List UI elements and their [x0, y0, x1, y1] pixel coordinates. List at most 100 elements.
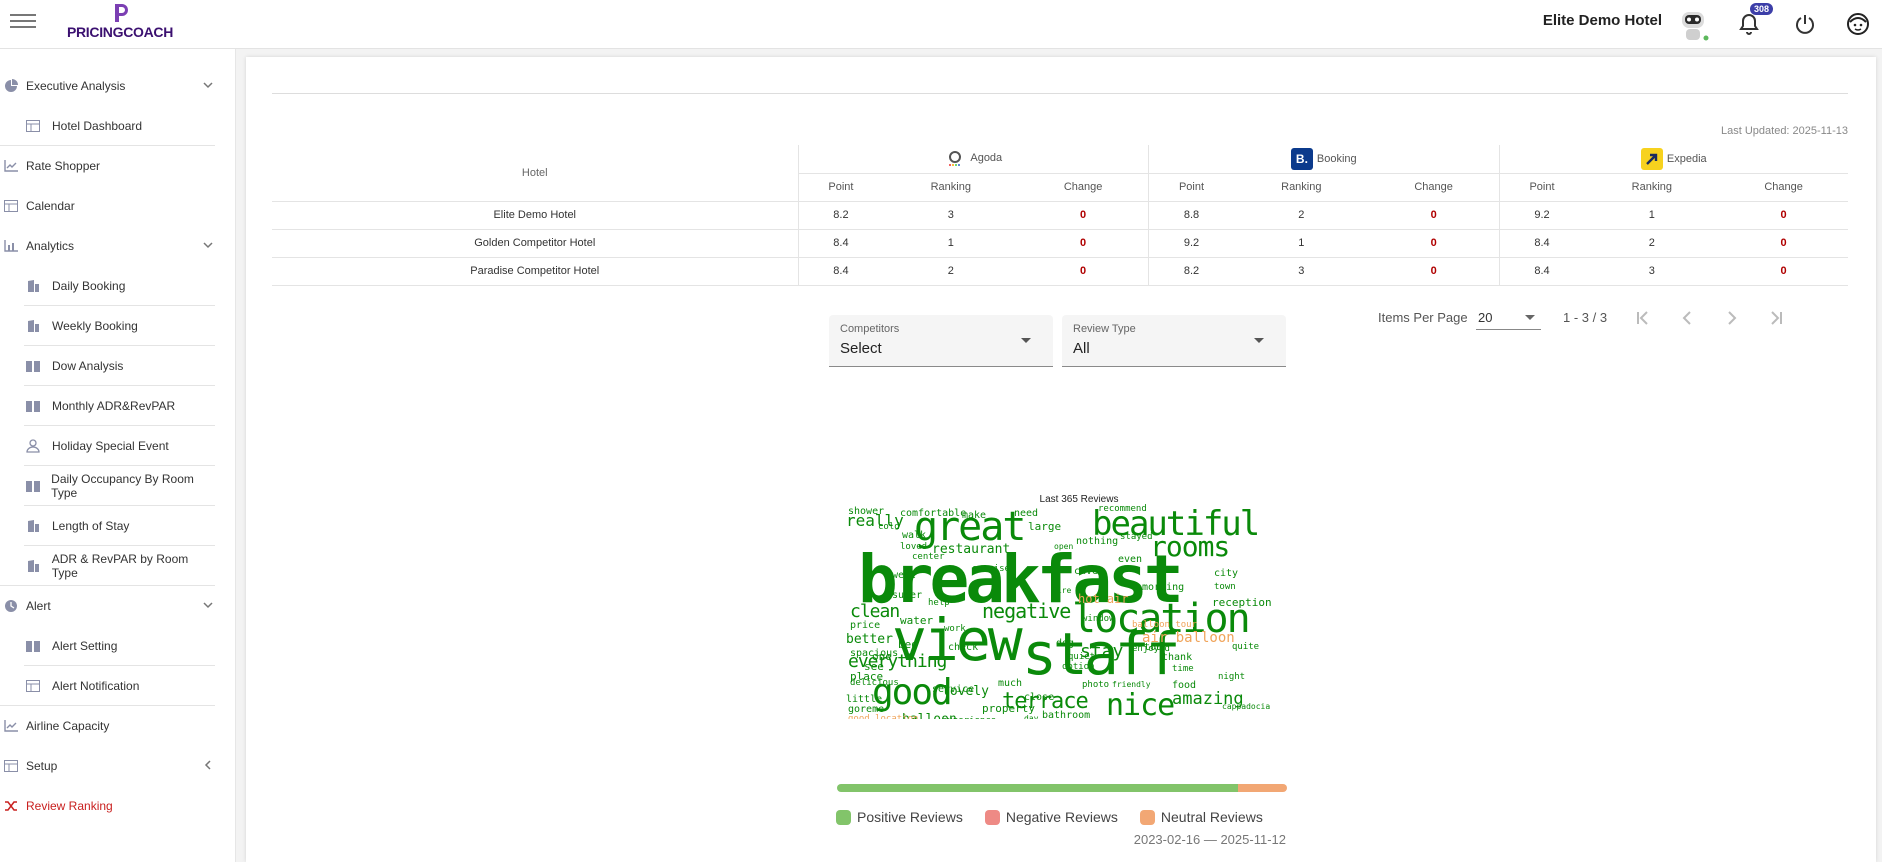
legend-label: Neutral Reviews	[1160, 809, 1263, 825]
sidebar-item-rate-shopper[interactable]: Rate Shopper	[0, 146, 215, 186]
sidebar-item-length-of-stay[interactable]: Length of Stay	[0, 506, 215, 546]
sentiment-bar	[837, 784, 1287, 792]
sidebar-item-label: Analytics	[26, 239, 75, 253]
sidebar-item-hotel-dashboard[interactable]: Hotel Dashboard	[0, 106, 215, 146]
person-icon	[24, 439, 42, 453]
sidebar-item-label: Daily Booking	[52, 279, 126, 293]
line-chart-icon	[2, 719, 20, 733]
review-date-range: 2023-02-16 — 2025-11-12	[1133, 832, 1286, 847]
point-cell: 8.2	[1148, 257, 1234, 286]
sidebar-item-setup[interactable]: Setup	[0, 746, 215, 786]
sidebar-item-label: Alert Setting	[52, 639, 118, 653]
sidebar-item-label: ADR & RevPAR by Room Type	[51, 552, 189, 580]
legend-swatch	[1139, 809, 1155, 825]
sidebar-item-monthly-adr-revpar[interactable]: Monthly ADR&RevPAR	[0, 386, 215, 426]
table-header-row: Hotel Agoda B. Booking Expedia	[272, 145, 1848, 202]
ranking-cell: 2	[1584, 229, 1720, 258]
sidebar-item-analytics[interactable]: Analytics	[0, 226, 215, 266]
sidebar-item-alert-setting[interactable]: Alert Setting	[0, 626, 215, 666]
items-per-page-select[interactable]: 20	[1476, 306, 1541, 330]
sidebar-item-label: Airline Capacity	[26, 719, 110, 733]
legend-item-negative[interactable]: Negative Reviews	[984, 809, 1118, 825]
change-cell: 0	[1018, 257, 1149, 286]
sidebar-item-label: Alert	[26, 599, 51, 613]
hotel-name-cell: Elite Demo Hotel	[272, 201, 798, 230]
column-header-ranking: Ranking	[883, 173, 1019, 202]
review-ranking-table: Hotel Agoda B. Booking Expedia Point Ran…	[272, 145, 1848, 286]
sidebar-item-label: Executive Analysis	[26, 79, 126, 93]
column-header-point: Point	[797, 173, 884, 202]
previous-page-button[interactable]	[1674, 305, 1700, 331]
logo[interactable]: PRICINGCOACH	[60, 2, 180, 44]
chevron-down-icon	[203, 602, 213, 609]
point-cell: 9.2	[1498, 201, 1585, 230]
field-value: All	[1073, 340, 1090, 357]
ranking-cell: 1	[883, 229, 1019, 258]
sidebar-item-airline-capacity[interactable]: Airline Capacity	[0, 706, 215, 746]
sidebar-item-holiday-special-event[interactable]: Holiday Special Event	[0, 426, 215, 466]
chevron-down-icon	[203, 82, 213, 89]
sidebar-item-label: Daily Occupancy By Room Type	[51, 472, 194, 500]
logo-mark-icon	[115, 4, 128, 22]
dropdown-arrow-icon	[1525, 315, 1535, 320]
menu-icon[interactable]	[10, 10, 36, 32]
current-hotel-name[interactable]: Elite Demo Hotel	[1543, 12, 1662, 29]
building-icon	[24, 319, 42, 333]
items-per-page-value: 20	[1478, 310, 1493, 325]
first-page-button[interactable]	[1630, 305, 1656, 331]
sidebar-item-review-ranking[interactable]: Review Ranking	[0, 786, 215, 826]
review-type-select[interactable]: Review Type All	[1062, 315, 1286, 367]
column-header-hotel: Hotel	[272, 145, 798, 202]
power-icon[interactable]	[1786, 5, 1824, 43]
booking-logo-icon: B.	[1290, 147, 1313, 170]
ranking-cell: 2	[883, 257, 1019, 286]
sidebar-item-weekly-booking[interactable]: Weekly Booking	[0, 306, 215, 346]
sidebar-item-dow-analysis[interactable]: Dow Analysis	[0, 346, 215, 386]
assistant-robot-icon[interactable]	[1674, 5, 1712, 43]
user-avatar-icon[interactable]	[1839, 5, 1877, 43]
bar-chart-icon	[2, 239, 20, 253]
sidebar-item-executive-analysis[interactable]: Executive Analysis	[0, 66, 215, 106]
ota-name: Booking	[1316, 152, 1357, 165]
sidebar-item-alert-notification[interactable]: Alert Notification	[0, 666, 215, 706]
book-icon	[24, 399, 42, 413]
change-cell: 0	[1719, 201, 1848, 230]
sidebar-item-calendar[interactable]: Calendar	[0, 186, 215, 226]
sidebar-item-label: Dow Analysis	[52, 359, 124, 373]
point-cell: 9.2	[1148, 229, 1234, 258]
notifications-bell-icon[interactable]: 308	[1730, 3, 1774, 43]
field-value: Select	[840, 340, 882, 357]
column-header-ranking: Ranking	[1233, 173, 1369, 202]
point-cell: 8.4	[1498, 257, 1585, 286]
sidebar-item-alert[interactable]: Alert	[0, 586, 215, 626]
dropdown-arrow-icon	[1021, 338, 1031, 343]
table-icon	[24, 679, 42, 693]
paginator: Items Per Page 20 1 - 3 / 3	[246, 303, 1876, 333]
last-updated-text: Last Updated: 2025-11-13	[1721, 125, 1848, 137]
ranking-cell: 3	[1584, 257, 1720, 286]
column-header-booking: B. Booking	[1148, 145, 1500, 174]
legend-item-neutral[interactable]: Neutral Reviews	[1139, 809, 1263, 825]
column-header-change: Change	[1018, 173, 1149, 202]
competitors-select[interactable]: Competitors Select	[829, 315, 1053, 367]
word-cloud-image: breakfast view staff location great beau…	[846, 504, 1272, 720]
sidebar-item-daily-booking[interactable]: Daily Booking	[0, 266, 215, 306]
next-page-button[interactable]	[1719, 305, 1745, 331]
sidebar-item-label: Length of Stay	[52, 519, 130, 533]
book-icon	[24, 639, 42, 653]
line-chart-icon	[2, 159, 20, 173]
sidebar-item-daily-occupancy-by-room-type[interactable]: Daily Occupancy By Room Type	[0, 466, 215, 506]
legend-item-positive[interactable]: Positive Reviews	[836, 809, 963, 825]
hotel-name-cell: Paradise Competitor Hotel	[272, 257, 798, 286]
sidebar-item-label: Setup	[26, 759, 58, 773]
sidebar-item-adr-revpar-by-room-type[interactable]: ADR & RevPAR by Room Type	[0, 546, 215, 586]
sidebar-item-label: Alert Notification	[52, 679, 140, 693]
change-cell: 0	[1018, 229, 1149, 258]
clock-icon	[2, 599, 20, 613]
divider	[272, 93, 1848, 94]
building-icon	[24, 519, 42, 533]
page-range-label: 1 - 3 / 3	[1563, 310, 1608, 325]
sidebar-item-label: Calendar	[26, 199, 75, 213]
last-page-button[interactable]	[1763, 305, 1789, 331]
building-icon	[24, 279, 42, 293]
